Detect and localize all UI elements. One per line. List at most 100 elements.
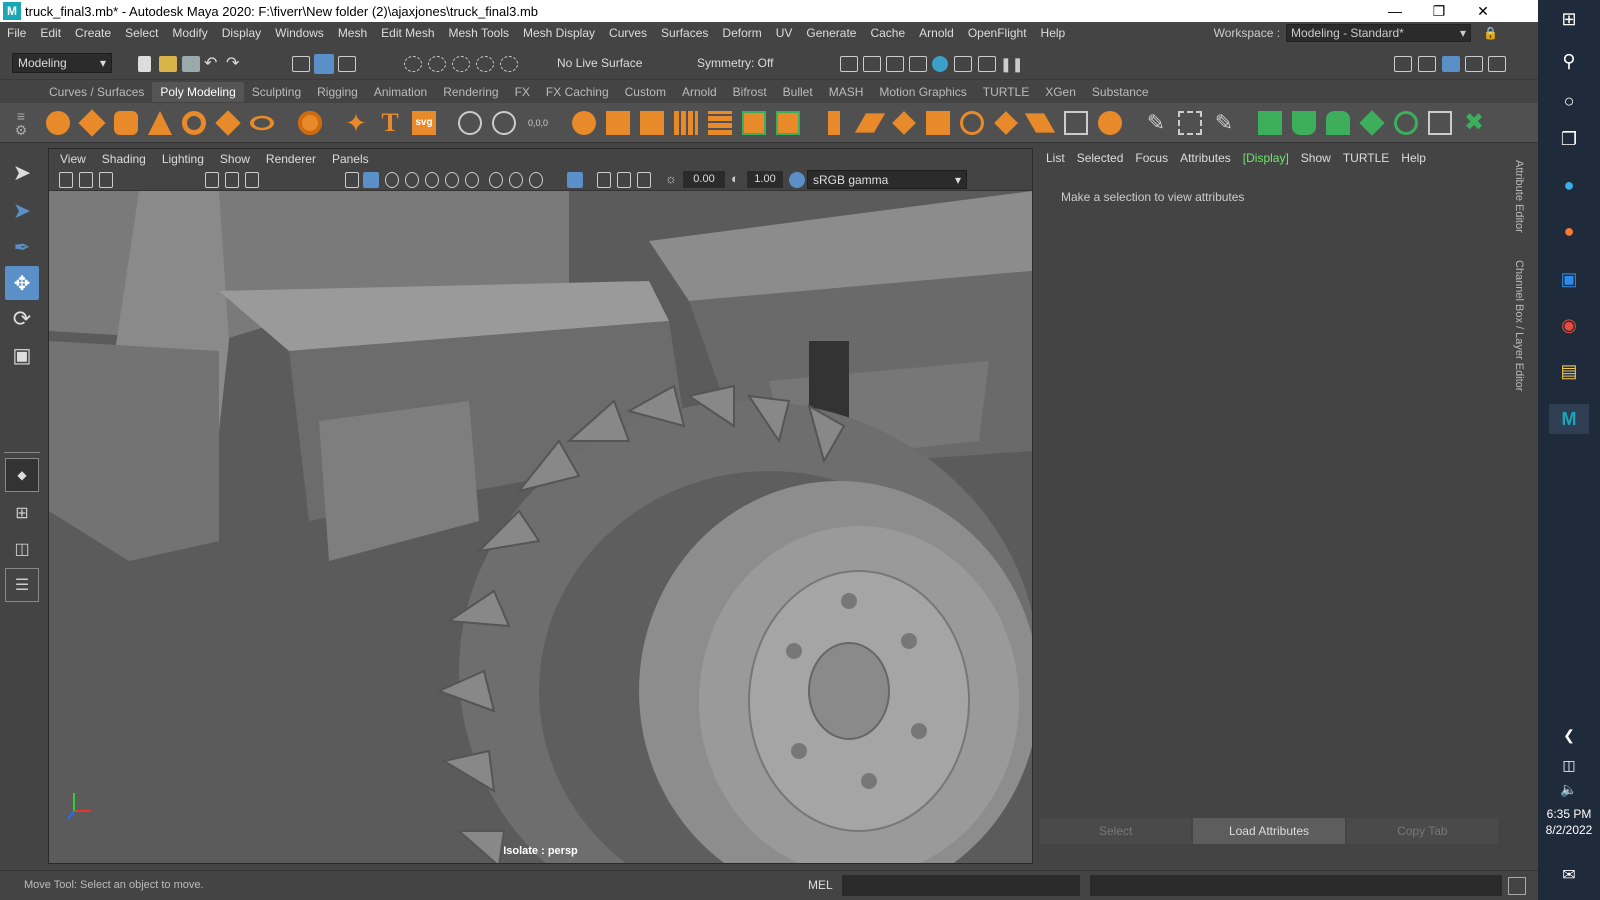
select-object-icon[interactable] bbox=[314, 54, 334, 74]
offset-edge-loop-icon[interactable]: ✎ bbox=[1212, 111, 1236, 135]
uv-editor-icon[interactable] bbox=[492, 111, 516, 135]
shelf-tab-poly-modeling[interactable]: Poly Modeling bbox=[152, 82, 244, 102]
windows-start-icon[interactable]: ⊞ bbox=[1554, 4, 1584, 34]
harden-edge-icon[interactable] bbox=[1292, 111, 1316, 135]
view-transform-dropdown[interactable]: sRGB gamma ▾ bbox=[807, 170, 967, 189]
script-editor-icon[interactable] bbox=[1508, 877, 1526, 895]
poly-cone-icon[interactable] bbox=[148, 111, 172, 135]
lasso-tool-icon[interactable]: ➤ bbox=[5, 194, 39, 228]
menu-help[interactable]: Help bbox=[1034, 26, 1073, 40]
move-tool-icon[interactable]: ✥ bbox=[5, 266, 39, 300]
camera-attributes-icon[interactable] bbox=[59, 172, 73, 188]
shelf-tab-xgen[interactable]: XGen bbox=[1037, 82, 1084, 102]
command-line-input[interactable] bbox=[842, 875, 1080, 896]
tool-settings-icon[interactable] bbox=[1465, 56, 1483, 72]
render-view-arnold-icon[interactable] bbox=[954, 56, 972, 72]
textured-icon[interactable] bbox=[405, 172, 419, 188]
hypershade-icon[interactable] bbox=[932, 56, 948, 72]
poly-torus-icon[interactable] bbox=[182, 111, 206, 135]
target-weld-icon[interactable] bbox=[1098, 111, 1122, 135]
uv-layout-icon[interactable] bbox=[1428, 111, 1452, 135]
select-component-icon[interactable] bbox=[338, 56, 356, 72]
shelf-tab-substance[interactable]: Substance bbox=[1084, 82, 1157, 102]
smooth-shade-icon[interactable] bbox=[363, 172, 379, 188]
quad-draw-icon[interactable]: 0,0,0 bbox=[526, 111, 550, 135]
ae-menu-attributes[interactable]: Attributes bbox=[1174, 151, 1237, 165]
rotate-tool-icon[interactable]: ⟳ bbox=[5, 302, 39, 336]
minimize-button[interactable]: — bbox=[1372, 0, 1418, 22]
unfold-uv-icon[interactable] bbox=[1394, 111, 1418, 135]
isolate-select-icon[interactable] bbox=[567, 172, 583, 188]
notifications-icon[interactable]: ✉ bbox=[1554, 860, 1584, 890]
workspace-dropdown[interactable]: Modeling - Standard* ▾ bbox=[1286, 24, 1472, 42]
grid-toggle-icon[interactable] bbox=[205, 172, 219, 188]
menu-windows[interactable]: Windows bbox=[268, 26, 331, 40]
ae-menu-turtle[interactable]: TURTLE bbox=[1337, 151, 1395, 165]
multi-cut-icon[interactable] bbox=[1064, 111, 1088, 135]
mirror-icon[interactable] bbox=[640, 111, 664, 135]
firefox-icon[interactable]: ● bbox=[1554, 216, 1584, 246]
wireframe-icon[interactable] bbox=[345, 172, 359, 188]
menu-edit[interactable]: Edit bbox=[33, 26, 68, 40]
shelf-tab-rendering[interactable]: Rendering bbox=[435, 82, 506, 102]
shelf-tab-arnold[interactable]: Arnold bbox=[674, 82, 725, 102]
insert-edge-loop-icon[interactable] bbox=[1178, 111, 1202, 135]
ae-menu-help[interactable]: Help bbox=[1395, 151, 1432, 165]
outliner-icon[interactable]: ☰ bbox=[5, 568, 39, 602]
xray-icon[interactable] bbox=[597, 172, 611, 188]
arnold-flush-icon[interactable] bbox=[978, 56, 996, 72]
new-scene-icon[interactable] bbox=[138, 56, 151, 72]
shelf-menu-icon[interactable]: ≡ ⚙ bbox=[12, 109, 30, 137]
sculpt-icon[interactable] bbox=[458, 111, 482, 135]
menu-edit-mesh[interactable]: Edit Mesh bbox=[374, 26, 441, 40]
maya-taskbar-icon[interactable]: M bbox=[1549, 404, 1589, 434]
shelf-tab-fx[interactable]: FX bbox=[507, 82, 538, 102]
snap-point-icon[interactable] bbox=[452, 56, 470, 72]
cut-sew-uv-icon[interactable]: ✖ bbox=[1462, 111, 1486, 135]
chamfer-icon[interactable] bbox=[1024, 113, 1056, 133]
redo-icon[interactable]: ↷ bbox=[226, 56, 244, 72]
exposure-icon[interactable]: ☼ bbox=[665, 172, 679, 188]
menu-file[interactable]: File bbox=[0, 26, 33, 40]
circularize-icon[interactable] bbox=[994, 111, 1018, 135]
wedge-icon[interactable] bbox=[960, 111, 984, 135]
menu-create[interactable]: Create bbox=[68, 26, 118, 40]
poke-icon[interactable] bbox=[926, 111, 950, 135]
modeling-toolkit-icon[interactable] bbox=[1394, 56, 1412, 72]
viewport-scene[interactable] bbox=[49, 191, 1032, 863]
gamma-field[interactable]: 1.00 bbox=[747, 171, 783, 188]
shelf-tab-rigging[interactable]: Rigging bbox=[309, 82, 366, 102]
poly-cylinder-icon[interactable] bbox=[114, 111, 138, 135]
bevel-icon[interactable] bbox=[854, 113, 886, 133]
system-clock[interactable]: 6:35 PM 8/2/2022 bbox=[1538, 806, 1600, 838]
scale-tool-icon[interactable]: ▣ bbox=[5, 338, 39, 372]
shelf-tab-custom[interactable]: Custom bbox=[617, 82, 674, 102]
shelf-tab-motion-graphics[interactable]: Motion Graphics bbox=[871, 82, 974, 102]
exposure-field[interactable]: 0.00 bbox=[683, 171, 725, 188]
shelf-tab-mash[interactable]: MASH bbox=[821, 82, 872, 102]
menu-mesh-tools[interactable]: Mesh Tools bbox=[442, 26, 516, 40]
paint-select-tool-icon[interactable]: ✒ bbox=[5, 230, 39, 264]
menu-curves[interactable]: Curves bbox=[602, 26, 654, 40]
platonic-solid-icon[interactable] bbox=[298, 111, 322, 135]
anti-aliasing-icon[interactable] bbox=[509, 172, 523, 188]
ipr-render-icon[interactable] bbox=[886, 56, 904, 72]
side-tab-attribute-editor[interactable]: Attribute Editor bbox=[1513, 160, 1525, 233]
select-hierarchy-icon[interactable] bbox=[292, 56, 310, 72]
character-controls-icon[interactable] bbox=[1418, 56, 1436, 72]
depth-of-field-icon[interactable] bbox=[529, 172, 543, 188]
svg-icon[interactable]: svg bbox=[412, 111, 436, 135]
snap-grid-icon[interactable] bbox=[404, 56, 422, 72]
vp-menu-lighting[interactable]: Lighting bbox=[154, 152, 212, 166]
connect-icon[interactable]: ✎ bbox=[1144, 111, 1168, 135]
render-frame-icon[interactable] bbox=[863, 56, 881, 72]
single-perspective-layout-icon[interactable]: ◆ bbox=[5, 458, 39, 492]
persp-outliner-layout-icon[interactable]: ◫ bbox=[5, 532, 39, 566]
fill-hole-icon[interactable] bbox=[776, 111, 800, 135]
menu-modify[interactable]: Modify bbox=[165, 26, 214, 40]
menu-generate[interactable]: Generate bbox=[799, 26, 863, 40]
shelf-tab-sculpting[interactable]: Sculpting bbox=[244, 82, 309, 102]
menu-uv[interactable]: UV bbox=[769, 26, 800, 40]
resolution-gate-icon[interactable] bbox=[245, 172, 259, 188]
separate-icon[interactable] bbox=[606, 111, 630, 135]
